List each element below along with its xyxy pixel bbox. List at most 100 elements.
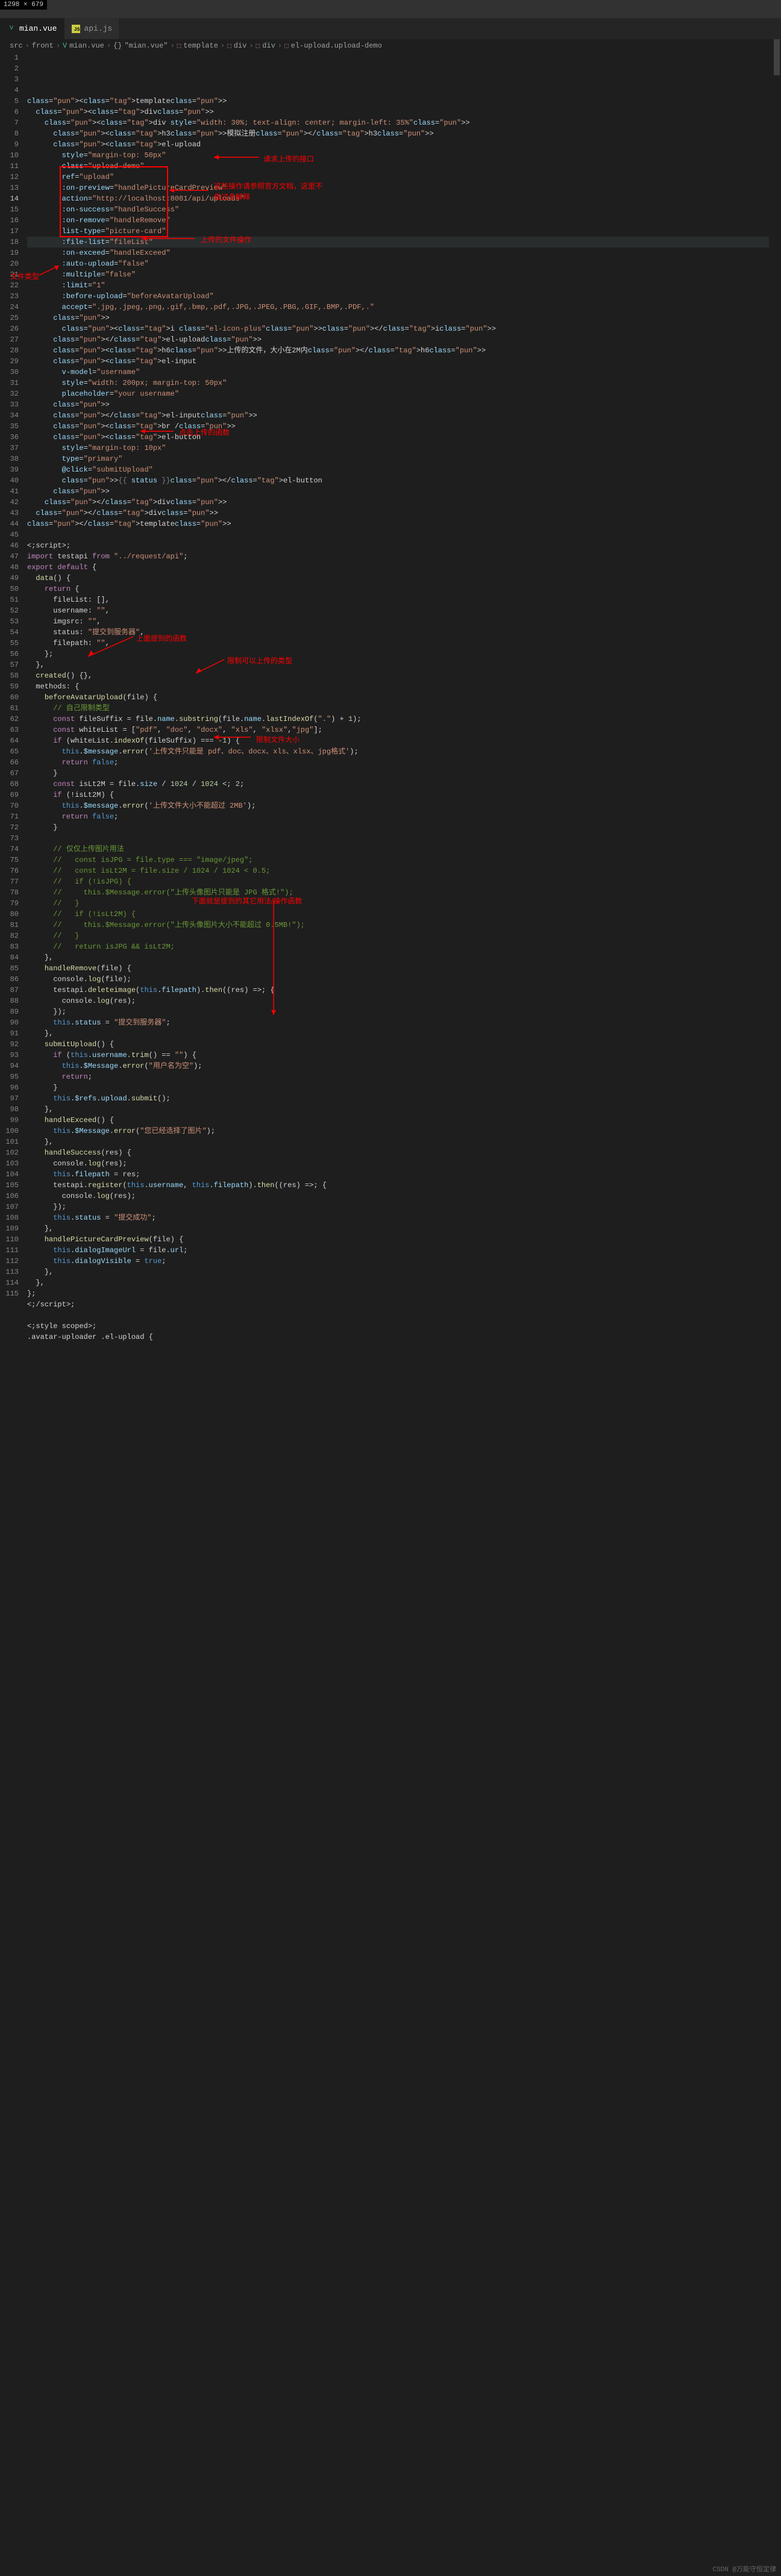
code-line[interactable]: }, — [27, 1267, 769, 1277]
code-line[interactable]: imgsrc: "", — [27, 616, 769, 627]
code-line[interactable]: }, — [27, 1137, 769, 1147]
code-line[interactable]: handleRemove(file) { — [27, 963, 769, 974]
code-line[interactable]: } — [27, 768, 769, 779]
code-line[interactable]: console.log(res); — [27, 996, 769, 1006]
code-line[interactable]: :on-preview="handlePictureCardPreview" — [27, 182, 769, 193]
code-line[interactable]: submitUpload() { — [27, 1039, 769, 1050]
code-line[interactable]: }, — [27, 660, 769, 670]
code-line[interactable]: // this.$Message.error("上传头像图片只能是 JPG 格式… — [27, 887, 769, 898]
code-line[interactable]: // this.$Message.error("上传头像图片大小不能超过 0.5… — [27, 920, 769, 931]
code-line[interactable]: handlePictureCardPreview(file) { — [27, 1234, 769, 1245]
code-line[interactable]: class="pun"></class="tag">templateclass=… — [27, 519, 769, 529]
tab-api-js[interactable]: JS api.js — [64, 18, 120, 39]
code-line[interactable]: this.$message.error('上传文件只能是 pdf、doc、doc… — [27, 746, 769, 757]
bc-seg[interactable]: {} — [113, 42, 122, 50]
breadcrumb[interactable]: src› front› V mian.vue› {} "mian.vue"› ⬚… — [0, 39, 781, 52]
code-line[interactable]: accept=".jpg,.jpeg,.png,.gif,.bmp,.pdf,.… — [27, 302, 769, 313]
code-line[interactable]: console.log(res); — [27, 1191, 769, 1202]
code-line[interactable]: class="pun"><class="tag">i class="el-ico… — [27, 323, 769, 334]
bc-seg[interactable]: mian.vue — [69, 42, 104, 50]
bc-seg[interactable]: front — [32, 42, 54, 50]
code-line[interactable]: }, — [27, 1104, 769, 1115]
bc-seg[interactable]: src — [10, 42, 23, 50]
code-line[interactable]: action="http://localhost:8081/api/upload… — [27, 193, 769, 204]
code-line[interactable]: this.status = "提交到服务器"; — [27, 1017, 769, 1028]
code-line[interactable]: }; — [27, 649, 769, 660]
code-line[interactable]: const isLt2M = file.size / 1024 / 1024 <… — [27, 779, 769, 790]
code-line[interactable]: return false; — [27, 811, 769, 822]
code-line[interactable]: class="pun"><class="tag">el-input — [27, 356, 769, 367]
code-line[interactable]: username: "", — [27, 605, 769, 616]
code-line[interactable]: :before-upload="beforeAvatarUpload" — [27, 291, 769, 302]
code-line[interactable]: if (this.username.trim() == "") { — [27, 1050, 769, 1061]
code-line[interactable] — [27, 529, 769, 540]
code-line[interactable]: }); — [27, 1006, 769, 1017]
code-line[interactable]: console.log(file); — [27, 974, 769, 985]
code-line[interactable]: return { — [27, 584, 769, 594]
code-line[interactable]: return; — [27, 1071, 769, 1082]
code-line[interactable]: this.$Message.error("用户名为空"); — [27, 1061, 769, 1071]
code-line[interactable]: // } — [27, 898, 769, 909]
bc-seg[interactable]: div — [234, 42, 247, 50]
code-line[interactable]: :file-list="fileList" — [27, 237, 769, 248]
code-line[interactable]: :on-exceed="handleExceed" — [27, 248, 769, 258]
code-line[interactable]: // 仅仅上传图片用法 — [27, 844, 769, 855]
code-line[interactable]: class="pun"></class="tag">divclass="pun"… — [27, 508, 769, 519]
code-line[interactable]: // if (!isJPG) { — [27, 876, 769, 887]
code-line[interactable]: class="pun">> — [27, 313, 769, 323]
code-line[interactable]: style="width: 200px; margin-top: 50px" — [27, 378, 769, 388]
code-line[interactable]: class="upload-demo" — [27, 161, 769, 172]
code-line[interactable]: import testapi from "../request/api"; — [27, 551, 769, 562]
code-line[interactable]: } — [27, 822, 769, 833]
code-line[interactable]: <;script>; — [27, 540, 769, 551]
code-line[interactable]: // const isLt2M = file.size / 1024 / 102… — [27, 865, 769, 876]
code-line[interactable]: // const isJPG = file.type === "image/jp… — [27, 855, 769, 865]
code-line[interactable] — [27, 833, 769, 844]
code-line[interactable]: class="pun"><class="tag">div style="widt… — [27, 117, 769, 128]
code-line[interactable]: this.dialogImageUrl = file.url; — [27, 1245, 769, 1256]
code-line[interactable]: testapi.register(this.username, this.fil… — [27, 1180, 769, 1191]
code-line[interactable]: class="pun"></class="tag">divclass="pun"… — [27, 497, 769, 508]
code-line[interactable]: }, — [27, 1277, 769, 1288]
code-line[interactable]: style="margin-top: 50px" — [27, 150, 769, 161]
bc-seg[interactable]: "mian.vue" — [124, 42, 168, 50]
code-line[interactable]: class="pun"></class="tag">el-inputclass=… — [27, 410, 769, 421]
code-line[interactable]: class="pun"><class="tag">h3class="pun">>… — [27, 128, 769, 139]
code-line[interactable]: type="primary" — [27, 454, 769, 464]
editor-area[interactable]: 1234567891011121314151617181920212223242… — [0, 52, 781, 1614]
code-content[interactable]: class="pun"><class="tag">templateclass="… — [27, 52, 781, 1614]
code-line[interactable]: created() {}, — [27, 670, 769, 681]
code-line[interactable]: :on-remove="handleRemove" — [27, 215, 769, 226]
code-line[interactable]: ref="upload" — [27, 172, 769, 182]
code-line[interactable]: class="pun"><class="tag">h6class="pun">>… — [27, 345, 769, 356]
code-line[interactable]: style="margin-top: 10px" — [27, 443, 769, 454]
code-line[interactable]: class="pun"><class="tag">templateclass="… — [27, 96, 769, 107]
code-line[interactable]: this.filepath = res; — [27, 1169, 769, 1180]
code-line[interactable]: beforeAvatarUpload(file) { — [27, 692, 769, 703]
code-line[interactable]: // 自己限制类型 — [27, 703, 769, 714]
code-line[interactable]: }; — [27, 1288, 769, 1299]
code-line[interactable]: handleExceed() { — [27, 1115, 769, 1126]
code-line[interactable]: list-type="picture-card" — [27, 226, 769, 237]
code-line[interactable]: testapi.deleteimage(this.filepath).then(… — [27, 985, 769, 996]
code-line[interactable]: class="pun"><class="tag">el-button — [27, 432, 769, 443]
vertical-scrollbar[interactable] — [773, 39, 781, 2564]
bc-seg[interactable]: div — [262, 42, 275, 50]
code-line[interactable]: // return isJPG && isLt2M; — [27, 941, 769, 952]
code-line[interactable]: }); — [27, 1202, 769, 1212]
code-line[interactable]: this.$refs.upload.submit(); — [27, 1093, 769, 1104]
code-line[interactable]: this.status = "提交成功"; — [27, 1212, 769, 1223]
code-line[interactable]: const fileSuffix = file.name.substring(f… — [27, 714, 769, 725]
code-line[interactable]: this.$message.error('上传文件大小不能超过 2MB'); — [27, 800, 769, 811]
code-line[interactable]: class="pun">>{{ status }}class="pun"></c… — [27, 475, 769, 486]
code-line[interactable]: const whiteList = ["pdf", "doc", "docx",… — [27, 725, 769, 735]
code-line[interactable]: this.$Message.error("您已经选择了图片"); — [27, 1126, 769, 1137]
code-line[interactable]: this.dialogVisible = true; — [27, 1256, 769, 1267]
code-line[interactable]: return false; — [27, 757, 769, 768]
code-line[interactable]: placeholder="your username" — [27, 388, 769, 399]
scrollbar-thumb[interactable] — [774, 39, 780, 75]
code-line[interactable]: :multiple="false" — [27, 269, 769, 280]
code-line[interactable]: class="pun">> — [27, 399, 769, 410]
code-line[interactable]: :on-success="handleSuccess" — [27, 204, 769, 215]
bc-seg[interactable]: template — [183, 42, 218, 50]
